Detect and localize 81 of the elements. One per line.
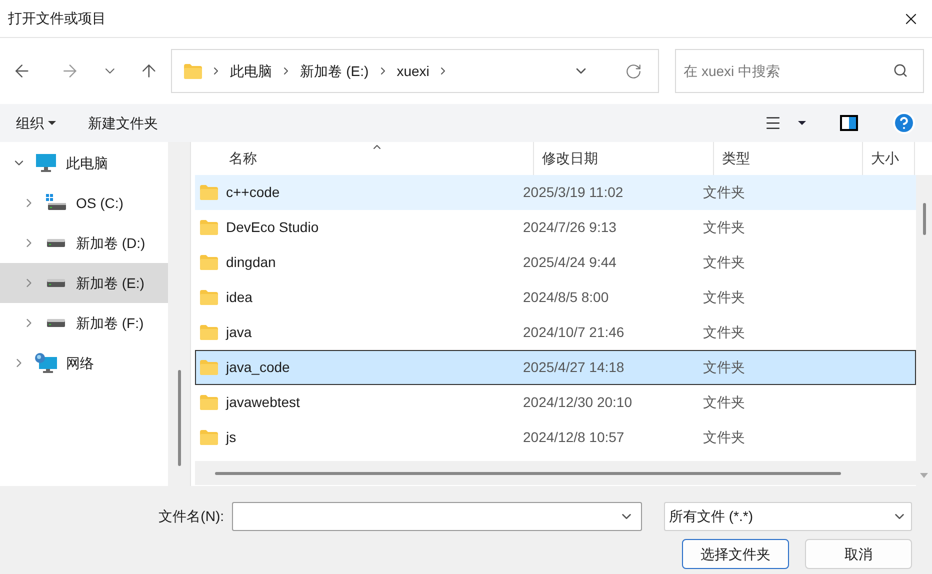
refresh-icon[interactable] xyxy=(624,62,642,80)
file-row[interactable]: idea 2024/8/5 8:00 文件夹 xyxy=(195,280,916,315)
system-drive-icon xyxy=(46,194,66,212)
folder-icon xyxy=(184,64,202,78)
folder-icon xyxy=(200,395,218,410)
file-type-dropdown[interactable]: 所有文件 (*.*) xyxy=(664,502,912,531)
modified-date: 2024/8/5 8:00 xyxy=(522,288,610,307)
drive-icon xyxy=(46,278,66,288)
file-type: 文件夹 xyxy=(702,218,745,237)
modified-date: 2024/12/30 20:10 xyxy=(522,393,633,412)
file-name: java_code xyxy=(226,358,290,377)
tree-item[interactable]: 此电脑 xyxy=(0,143,168,183)
file-name: c++code xyxy=(226,183,280,202)
breadcrumb[interactable]: 此电脑 xyxy=(230,60,272,82)
file-name: DevEco Studio xyxy=(226,218,319,237)
tree-label: 网络 xyxy=(66,354,94,372)
window-title: 打开文件或项目 xyxy=(8,9,106,28)
file-type: 文件夹 xyxy=(702,323,745,342)
drive-icon xyxy=(46,238,66,248)
drive-icon xyxy=(46,318,66,328)
new-folder-button[interactable]: 新建文件夹 xyxy=(88,112,158,134)
folder-icon xyxy=(200,220,218,235)
file-type: 文件夹 xyxy=(702,428,745,447)
tree-item[interactable]: 新加卷 (F:) xyxy=(0,303,168,343)
folder-icon xyxy=(200,185,218,200)
file-name: dingdan xyxy=(226,253,276,272)
preview-pane-icon[interactable] xyxy=(840,115,858,131)
file-name: javawebtest xyxy=(226,393,300,412)
file-type: 文件夹 xyxy=(702,393,745,412)
monitor-icon xyxy=(36,154,56,172)
tree-label: 新加卷 (F:) xyxy=(76,314,144,333)
modified-date: 2024/7/26 9:13 xyxy=(522,218,618,237)
dialog-button[interactable]: 取消 xyxy=(805,539,912,569)
tree-label: OS (C:) xyxy=(76,194,124,213)
dialog-button[interactable]: 选择文件夹 xyxy=(682,539,789,569)
modified-date: 2024/10/7 21:46 xyxy=(522,323,626,342)
filename-label: 文件名(N): xyxy=(158,507,224,526)
tree-label: 新加卷 (D:) xyxy=(76,234,146,253)
tree-label: 此电脑 xyxy=(66,154,108,172)
file-row[interactable]: java 2024/10/7 21:46 文件夹 xyxy=(195,315,916,350)
folder-icon xyxy=(200,290,218,305)
tree-item[interactable]: 网络 xyxy=(0,343,168,383)
folder-icon xyxy=(200,430,218,445)
modified-date: 2024/12/8 10:57 xyxy=(522,428,626,447)
file-row[interactable]: c++code 2025/3/19 11:02 文件夹 xyxy=(195,175,916,210)
horizontal-scrollbar-thumb[interactable] xyxy=(215,472,841,474)
filename-field[interactable] xyxy=(232,502,642,531)
scrollbar-thumb[interactable] xyxy=(178,370,180,466)
organize-menu[interactable]: 组织 xyxy=(16,112,56,134)
help-icon[interactable] xyxy=(892,111,916,135)
tree-item[interactable]: OS (C:) xyxy=(0,183,168,223)
network-icon xyxy=(35,353,57,373)
file-name: js xyxy=(226,428,236,447)
file-row[interactable]: DevEco Studio 2024/7/26 9:13 文件夹 xyxy=(195,210,916,245)
file-row[interactable]: javawebtest 2024/12/30 20:10 文件夹 xyxy=(195,385,916,420)
tree-label: 新加卷 (E:) xyxy=(76,274,144,293)
view-dropdown-icon[interactable] xyxy=(798,121,806,125)
search-field[interactable]: 在 xuexi 中搜索 xyxy=(674,49,924,93)
modified-date: 2025/3/19 11:02 xyxy=(522,183,624,202)
file-name: idea xyxy=(226,288,252,307)
vertical-scrollbar-thumb[interactable] xyxy=(922,203,926,235)
file-row[interactable]: dingdan 2025/4/24 9:44 文件夹 xyxy=(195,245,916,280)
breadcrumb[interactable]: 新加卷 (E:) xyxy=(300,60,369,82)
tree-item[interactable]: 新加卷 (E:) xyxy=(0,263,168,303)
file-row[interactable]: java_code 2025/4/27 14:18 文件夹 xyxy=(195,350,916,385)
address-bar[interactable]: 此电脑 新加卷 (E:) xuexi xyxy=(171,49,659,93)
view-icon[interactable] xyxy=(764,114,782,132)
file-type: 文件夹 xyxy=(702,358,745,377)
folder-icon xyxy=(200,325,218,340)
breadcrumb[interactable]: xuexi xyxy=(396,60,430,82)
file-name: java xyxy=(226,323,252,342)
modified-date: 2025/4/27 14:18 xyxy=(522,358,626,377)
file-type: 文件夹 xyxy=(702,288,745,307)
tree-item[interactable]: 新加卷 (D:) xyxy=(0,223,168,263)
search-icon[interactable] xyxy=(893,63,908,78)
modified-date: 2025/4/24 9:44 xyxy=(522,253,618,272)
folder-icon xyxy=(200,255,218,270)
file-type: 文件夹 xyxy=(702,183,745,202)
folder-icon xyxy=(200,360,218,375)
file-row[interactable]: js 2024/12/8 10:57 文件夹 xyxy=(195,420,916,455)
file-type: 文件夹 xyxy=(702,253,745,272)
